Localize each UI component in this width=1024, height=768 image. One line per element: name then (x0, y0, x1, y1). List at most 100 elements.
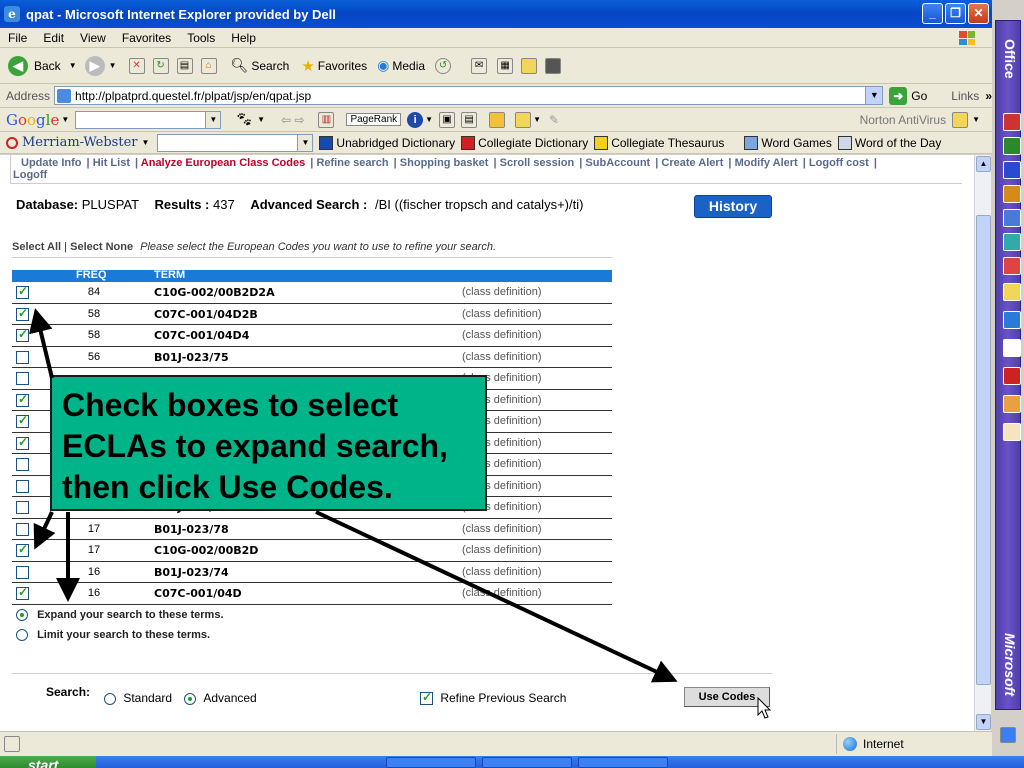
nav-subaccount[interactable]: SubAccount (585, 157, 650, 169)
ie-icon[interactable] (1003, 209, 1021, 227)
messenger-icon[interactable] (545, 57, 562, 74)
autofill-icon[interactable]: ▤ (461, 111, 478, 128)
row-checkbox[interactable] (16, 585, 29, 600)
nav-scroll-session[interactable]: Scroll session (500, 157, 575, 169)
mail-icon[interactable]: ✉ (471, 57, 488, 74)
class-definition-link[interactable]: (class definition) (462, 329, 541, 341)
word-icon[interactable] (1003, 161, 1021, 179)
folder-icon[interactable] (1003, 283, 1021, 301)
history-button[interactable]: History (694, 195, 772, 218)
forward-dropdown-icon[interactable]: ▼ (109, 61, 117, 70)
back-dropdown-icon[interactable]: ▼ (69, 61, 77, 70)
row-checkbox[interactable] (16, 458, 29, 471)
mw-search-dropdown-icon[interactable]: ▼ (297, 134, 313, 151)
row-checkbox[interactable] (16, 413, 29, 428)
row-checkbox[interactable] (16, 479, 29, 493)
nav-shopping-basket[interactable]: Shopping basket (400, 157, 489, 169)
vertical-scrollbar[interactable]: ▲ ▼ (974, 155, 991, 731)
row-checkbox[interactable] (16, 392, 29, 407)
class-definition-link[interactable]: (class definition) (462, 286, 541, 298)
advanced-radio[interactable] (184, 692, 196, 705)
pagerank-indicator[interactable]: PageRank (346, 113, 402, 126)
word-games-link[interactable]: Word Games (744, 135, 832, 150)
outlook-icon[interactable] (1003, 113, 1021, 131)
row-checkbox[interactable] (16, 565, 29, 579)
info-dropdown-icon[interactable]: ▼ (425, 115, 433, 124)
search-button[interactable]: 🔍︎ Search (231, 57, 290, 74)
row-checkbox[interactable] (16, 284, 29, 299)
limit-radio[interactable] (16, 629, 28, 642)
expand-radio[interactable] (16, 609, 28, 622)
google-menu-dropdown-icon[interactable]: ▼ (61, 115, 69, 124)
scroll-up-icon[interactable]: ▲ (976, 156, 991, 172)
options-icon[interactable] (489, 111, 506, 128)
nav-analyze-ecla[interactable]: Analyze European Class Codes (141, 157, 305, 169)
class-definition-link[interactable]: (class definition) (462, 308, 541, 320)
address-input[interactable]: http://plpatprd.questel.fr/plpat/jsp/en/… (54, 86, 884, 105)
scroll-down-icon[interactable]: ▼ (976, 714, 991, 730)
advanced-option[interactable]: Advanced (184, 691, 257, 705)
nav-logoff-cost[interactable]: Logoff cost (809, 157, 869, 169)
clock-icon[interactable] (1003, 185, 1021, 203)
row-checkbox[interactable] (16, 542, 29, 557)
folder-icon[interactable] (521, 57, 538, 74)
back-forward-icons[interactable]: ⇦ ⇨ (281, 113, 304, 127)
access-icon[interactable] (1003, 395, 1021, 413)
home-icon[interactable]: ⌂ (200, 57, 217, 74)
powerpoint-icon[interactable] (1003, 257, 1021, 275)
class-definition-link[interactable]: (class definition) (462, 587, 541, 599)
menu-file[interactable]: File (8, 31, 27, 45)
maximize-button[interactable]: ❐ (945, 3, 966, 24)
class-definition-link[interactable]: (class definition) (462, 523, 541, 535)
nav-update-info[interactable]: Update Info (21, 157, 82, 169)
chevron-right-icon[interactable]: » (985, 89, 992, 103)
go-button[interactable]: ➜ Go (889, 86, 927, 105)
collegiate-dictionary-link[interactable]: Collegiate Dictionary (461, 135, 588, 150)
back-button[interactable]: ◀ Back ▼ (8, 55, 77, 76)
bookmark-dropdown-icon[interactable]: ▼ (533, 115, 541, 124)
favorites-button[interactable]: ★ Favorites (301, 57, 367, 75)
media-button[interactable]: ◉ Media (377, 57, 425, 74)
news-icon[interactable]: ▥ (318, 111, 335, 128)
unabridged-dictionary-link[interactable]: Unabridged Dictionary (319, 135, 455, 150)
start-button[interactable]: start (0, 756, 96, 768)
nav-create-alert[interactable]: Create Alert (661, 157, 723, 169)
excel-icon[interactable] (1003, 137, 1021, 155)
limit-option[interactable]: Limit your search to these terms. (16, 629, 210, 642)
norton-icon[interactable] (952, 111, 969, 128)
frontpage-icon[interactable] (1003, 233, 1021, 251)
row-checkbox[interactable] (16, 501, 29, 514)
menu-tools[interactable]: Tools (187, 31, 215, 45)
class-definition-link[interactable]: (class definition) (462, 544, 541, 556)
row-checkbox[interactable] (16, 372, 29, 385)
menu-view[interactable]: View (80, 31, 106, 45)
class-definition-link[interactable]: (class definition) (462, 566, 541, 578)
taskbar-button[interactable] (386, 757, 476, 768)
select-all-link[interactable]: Select All (12, 241, 61, 253)
refresh-icon[interactable]: ↻ (152, 57, 169, 74)
chart-icon[interactable] (1003, 423, 1021, 441)
google-logo[interactable]: Google (6, 111, 59, 129)
highlight-icon[interactable]: ✎ (549, 113, 559, 127)
address-url[interactable]: http://plpatprd.questel.fr/plpat/jsp/en/… (75, 89, 311, 103)
address-dropdown-icon[interactable]: ▼ (865, 87, 883, 104)
class-definition-link[interactable]: (class definition) (462, 351, 541, 363)
google-search-dropdown-icon[interactable]: ▼ (205, 111, 221, 128)
search-dropdown-icon[interactable]: ▼ (257, 115, 265, 124)
row-checkbox[interactable] (16, 306, 29, 321)
refine-checkbox[interactable] (420, 690, 433, 706)
edit-icon[interactable]: ▦ (497, 57, 514, 74)
nav-refine-search[interactable]: Refine search (316, 157, 388, 169)
taskbar-button[interactable] (482, 757, 572, 768)
menu-help[interactable]: Help (231, 31, 256, 45)
check-icon[interactable] (1003, 367, 1021, 385)
taskbar-button[interactable] (578, 757, 668, 768)
refine-option[interactable]: Refine Previous Search (420, 690, 566, 706)
select-none-link[interactable]: Select None (70, 241, 133, 253)
standard-radio[interactable] (104, 692, 116, 705)
nav-modify-alert[interactable]: Modify Alert (735, 157, 798, 169)
nav-logoff[interactable]: Logoff (13, 169, 47, 181)
row-checkbox[interactable] (16, 327, 29, 342)
close-button[interactable]: ✕ (968, 3, 989, 24)
row-checkbox[interactable] (16, 435, 29, 450)
